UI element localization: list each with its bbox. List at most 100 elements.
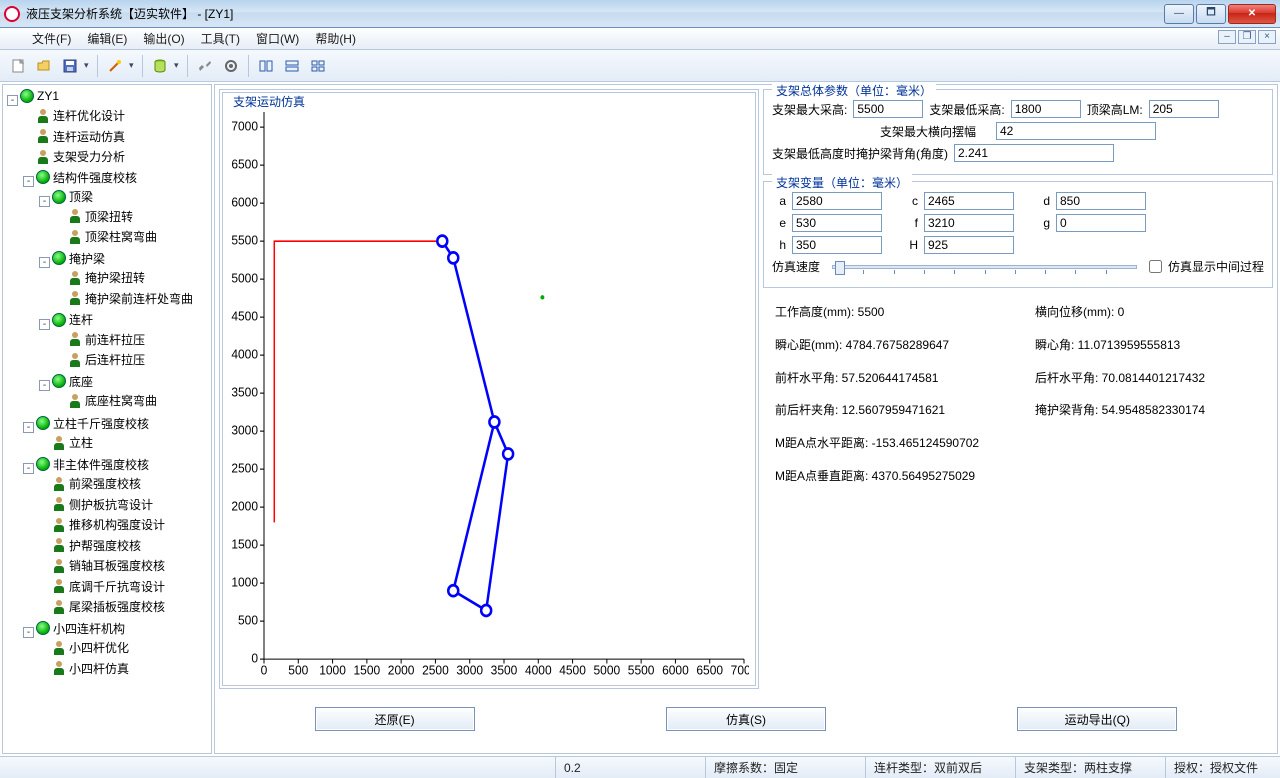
layout3-button[interactable] — [306, 54, 330, 78]
menu-window[interactable]: 窗口(W) — [248, 28, 307, 49]
var-c[interactable] — [924, 192, 1014, 210]
minimize-button[interactable]: — — [1164, 4, 1194, 24]
var-g[interactable] — [1056, 214, 1146, 232]
svg-text:2000: 2000 — [388, 663, 415, 678]
svg-text:3000: 3000 — [456, 663, 483, 678]
wand-button[interactable] — [103, 54, 127, 78]
mdi-restore[interactable]: ❐ — [1238, 30, 1256, 44]
shield-angle-input[interactable] — [954, 144, 1114, 162]
status-cell: 摩擦系数：固定 — [705, 757, 865, 778]
svg-text:3500: 3500 — [491, 663, 518, 678]
svg-text:500: 500 — [238, 613, 258, 628]
svg-text:1000: 1000 — [231, 575, 258, 590]
mdi-minimize[interactable]: – — [1218, 30, 1236, 44]
svg-text:6000: 6000 — [662, 663, 689, 678]
svg-text:2500: 2500 — [422, 663, 449, 678]
svg-text:1500: 1500 — [354, 663, 381, 678]
close-button[interactable]: ✕ — [1228, 4, 1276, 24]
sim-speed-slider[interactable] — [832, 265, 1137, 269]
toolbar: ▾ ▾ ▾ — [0, 50, 1280, 82]
tree-item[interactable]: 连杆运动仿真 — [53, 128, 125, 145]
svg-text:0: 0 — [261, 663, 268, 678]
svg-text:4500: 4500 — [559, 663, 586, 678]
svg-text:2000: 2000 — [231, 499, 258, 514]
svg-text:5500: 5500 — [628, 663, 655, 678]
status-cell: 0.2 — [555, 757, 705, 778]
window-title: 液压支架分析系统【迈实软件】 - [ZY1] — [26, 5, 233, 22]
wand-dropdown-icon[interactable]: ▾ — [129, 60, 137, 71]
svg-text:5500: 5500 — [231, 233, 258, 248]
status-cell: 连杆类型：双前双后 — [865, 757, 1015, 778]
tree-item[interactable]: 结构件强度校核 — [53, 169, 137, 186]
button-row: 还原(E) 仿真(S) 运动导出(Q) — [219, 689, 1273, 749]
title-bar: 液压支架分析系统【迈实软件】 - [ZY1] — 🗖 ✕ — [0, 0, 1280, 28]
menu-tool[interactable]: 工具(T) — [193, 28, 248, 49]
expand-icon[interactable]: - — [7, 95, 18, 106]
svg-text:0: 0 — [251, 651, 258, 666]
tree-item[interactable]: 支架受力分析 — [53, 148, 125, 165]
layout1-button[interactable] — [254, 54, 278, 78]
tools-button[interactable] — [193, 54, 217, 78]
menu-help[interactable]: 帮助(H) — [307, 28, 364, 49]
min-height-input[interactable] — [1011, 100, 1081, 118]
app-icon — [4, 6, 20, 22]
mdi-icon — [6, 32, 20, 46]
svg-text:7000: 7000 — [731, 663, 749, 678]
svg-text:5000: 5000 — [594, 663, 621, 678]
tree-root[interactable]: ZY1 — [37, 89, 59, 103]
svg-text:2500: 2500 — [231, 461, 258, 476]
open-button[interactable] — [32, 54, 56, 78]
svg-text:6500: 6500 — [696, 663, 723, 678]
node-icon — [36, 109, 50, 123]
restore-button[interactable]: 还原(E) — [315, 707, 475, 731]
status-cell — [0, 757, 555, 778]
svg-text:1000: 1000 — [319, 663, 346, 678]
var-h[interactable] — [792, 236, 882, 254]
settings-button[interactable] — [219, 54, 243, 78]
export-button[interactable]: 运动导出(Q) — [1017, 707, 1177, 731]
svg-text:6000: 6000 — [231, 195, 258, 210]
group-vars: 支架变量（单位：毫米） a c d e f g h H — [763, 181, 1273, 288]
save-button[interactable] — [58, 54, 82, 78]
var-d[interactable] — [1056, 192, 1146, 210]
svg-text:1500: 1500 — [231, 537, 258, 552]
svg-text:6500: 6500 — [231, 157, 258, 172]
content-pane: 支架运动仿真 050010001500200025003000350040004… — [214, 84, 1278, 754]
var-e[interactable] — [792, 214, 882, 232]
right-panel: 支架总体参数（单位：毫米） 支架最大采高: 支架最低采高: 顶梁高LM: 支架最… — [763, 89, 1273, 689]
layout2-button[interactable] — [280, 54, 304, 78]
top-beam-input[interactable] — [1149, 100, 1219, 118]
max-height-input[interactable] — [853, 100, 923, 118]
menu-bar: 文件(F) 编辑(E) 输出(O) 工具(T) 窗口(W) 帮助(H) – ❐ … — [0, 28, 1280, 50]
client-area: -ZY1 连杆优化设计 连杆运动仿真 支架受力分析 -结构件强度校核 -顶梁 顶… — [0, 82, 1280, 756]
status-bar: 0.2 摩擦系数：固定 连杆类型：双前双后 支架类型：两柱支撑 授权：授权文件 — [0, 756, 1280, 778]
maximize-button[interactable]: 🗖 — [1196, 4, 1226, 24]
group-overall: 支架总体参数（单位：毫米） 支架最大采高: 支架最低采高: 顶梁高LM: 支架最… — [763, 89, 1273, 175]
new-button[interactable] — [6, 54, 30, 78]
tree-pane[interactable]: -ZY1 连杆优化设计 连杆运动仿真 支架受力分析 -结构件强度校核 -顶梁 顶… — [2, 84, 212, 754]
menu-output[interactable]: 输出(O) — [135, 28, 192, 49]
mdi-close[interactable]: × — [1258, 30, 1276, 44]
svg-text:4000: 4000 — [231, 347, 258, 362]
status-cell: 支架类型：两柱支撑 — [1015, 757, 1165, 778]
max-swing-input[interactable] — [996, 122, 1156, 140]
svg-text:7000: 7000 — [231, 119, 258, 134]
chart-canvas: 0500100015002000250030003500400045005000… — [229, 101, 749, 681]
db-button[interactable] — [148, 54, 172, 78]
svg-text:5000: 5000 — [231, 271, 258, 286]
results-block: 工作高度(mm): 5500横向位移(mm): 0 瞬心距(mm): 4784.… — [763, 294, 1273, 499]
var-a[interactable] — [792, 192, 882, 210]
status-cell: 授权：授权文件 — [1165, 757, 1280, 778]
var-H2[interactable] — [924, 236, 1014, 254]
menu-edit[interactable]: 编辑(E) — [79, 28, 135, 49]
save-dropdown-icon[interactable]: ▾ — [84, 60, 92, 71]
show-mid-checkbox[interactable] — [1149, 260, 1162, 273]
db-dropdown-icon[interactable]: ▾ — [174, 60, 182, 71]
tree-item[interactable]: 连杆优化设计 — [53, 107, 125, 124]
menu-file[interactable]: 文件(F) — [24, 28, 79, 49]
simulate-button[interactable]: 仿真(S) — [666, 707, 826, 731]
chart-box: 支架运动仿真 050010001500200025003000350040004… — [219, 89, 759, 689]
var-f[interactable] — [924, 214, 1014, 232]
svg-text:500: 500 — [288, 663, 308, 678]
svg-text:3500: 3500 — [231, 385, 258, 400]
